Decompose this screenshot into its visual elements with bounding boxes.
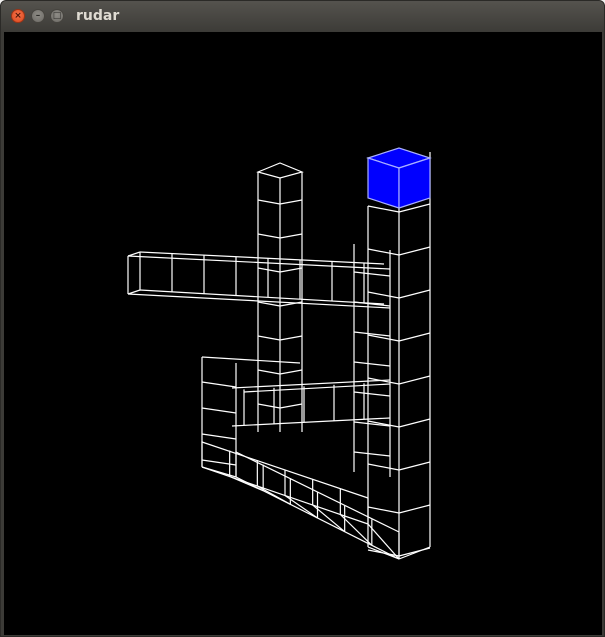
wire-edge (279, 199, 303, 205)
wire-edge (279, 233, 303, 239)
wire-edge (257, 335, 281, 341)
wire-edge (353, 301, 391, 307)
close-icon: × (14, 11, 22, 21)
wire-edge (367, 506, 400, 514)
close-button[interactable]: × (11, 9, 25, 23)
wire-edge (367, 334, 400, 342)
wire-edge (279, 267, 303, 273)
wire-edge (367, 248, 400, 256)
wire-edge (398, 246, 431, 256)
wire-edge (201, 433, 237, 440)
render-canvas[interactable] (4, 32, 602, 635)
wire-edge (279, 403, 303, 409)
wire-edge (353, 451, 391, 457)
wire-face (256, 162, 304, 179)
wire-edge (398, 504, 431, 514)
wire-edge (257, 369, 281, 375)
wire-edge (201, 381, 237, 388)
highlighted-cube (366, 147, 432, 209)
wire-edge (398, 289, 431, 299)
wireframe-scene (127, 147, 432, 560)
wire-edge (127, 293, 391, 309)
wire-edge (231, 417, 391, 427)
wire-edge (279, 335, 303, 341)
wire-edge (398, 332, 431, 342)
wire-edge (367, 463, 400, 471)
wire-edge (353, 361, 391, 367)
app-window: × – □ rudar (0, 0, 605, 637)
window-title: rudar (76, 8, 120, 24)
maximize-button[interactable]: □ (50, 9, 64, 23)
minimize-button[interactable]: – (31, 9, 45, 23)
wire-edge (201, 466, 237, 478)
wire-edge (127, 289, 141, 295)
wire-edge (201, 356, 301, 364)
maximize-icon: □ (52, 11, 62, 21)
wireframe-structure (127, 152, 431, 560)
wire-edge (201, 407, 237, 414)
wire-edge (353, 271, 391, 277)
wire-edge (257, 199, 281, 205)
wire-edge (201, 459, 237, 466)
wire-edge (257, 233, 281, 239)
wire-edge (279, 369, 303, 375)
wire-edge (257, 301, 281, 307)
wire-edge (367, 291, 400, 299)
wire-edge (398, 418, 431, 428)
minimize-icon: – (35, 11, 41, 21)
wire-edge (353, 391, 391, 397)
wire-edge (398, 546, 431, 560)
wire-edge (127, 251, 141, 257)
wire-edge (257, 267, 281, 273)
title-bar[interactable]: × – □ rudar (1, 1, 604, 32)
wire-edge (229, 475, 264, 492)
wire-edge (398, 461, 431, 471)
wire-edge (398, 375, 431, 385)
wire-edge (257, 403, 281, 409)
wire-edge (231, 379, 391, 389)
